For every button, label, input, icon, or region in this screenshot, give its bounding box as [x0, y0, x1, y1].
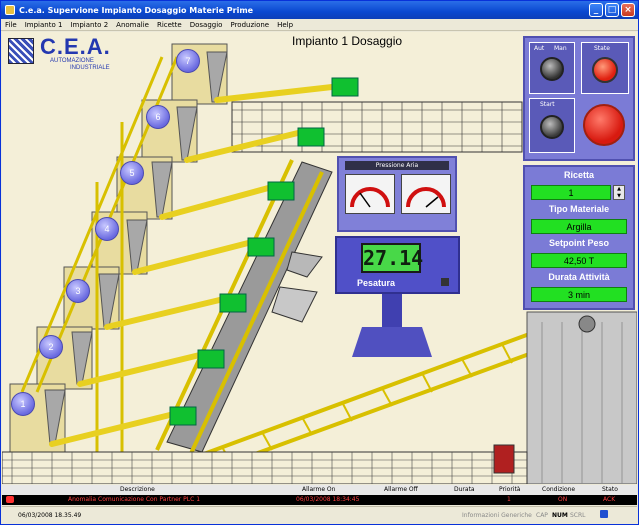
logo-brand: C.E.A.	[40, 34, 111, 59]
alarm-on-time: 06/03/2008 18:34:45	[296, 496, 360, 503]
window-title: C.e.a. Supervione Impianto Dosaggio Mate…	[19, 5, 254, 15]
tipo-materiale-value: Argilla	[531, 219, 627, 234]
pressure-title: Pressione Aria	[345, 161, 449, 170]
status-info: Informazioni Generiche	[462, 512, 532, 519]
maximize-button[interactable]: □	[605, 3, 619, 17]
scale-indicator	[441, 278, 449, 286]
application-window: C.e.a. Supervione Impianto Dosaggio Mate…	[0, 0, 639, 525]
menu-bar: File Impianto 1 Impianto 2 Anomalie Rice…	[1, 19, 638, 31]
alarm-description: Anomalia Comunicazione Con Partner PLC 1	[68, 496, 201, 503]
plant-scene: C.E.A. AUTOMAZIONE INDUSTRIALE Impianto …	[2, 32, 637, 484]
silo-6-badge[interactable]: 6	[146, 105, 170, 129]
status-num: NUM	[552, 512, 568, 519]
menu-anomalie[interactable]: Anomalie	[112, 21, 153, 29]
alarm-row[interactable]: Anomalia Comunicazione Con Partner PLC 1…	[2, 495, 637, 505]
setpoint-label: Setpoint Peso	[548, 238, 609, 248]
logo-sub1: AUTOMAZIONE	[50, 58, 94, 64]
main-belt-truss	[221, 343, 513, 465]
material-chunk	[271, 286, 318, 323]
material-chunk	[286, 251, 323, 278]
menu-help[interactable]: Help	[273, 21, 297, 29]
ricetta-label: Ricetta	[563, 170, 594, 180]
state-lamp	[592, 57, 618, 83]
silo-4-badge[interactable]: 4	[95, 217, 119, 241]
title-bar[interactable]: C.e.a. Supervione Impianto Dosaggio Mate…	[1, 1, 638, 19]
emergency-stop-button[interactable]	[583, 104, 625, 146]
silo-1-badge[interactable]: 1	[11, 392, 35, 416]
control-panel: Aut Man State Start	[523, 36, 635, 161]
minimize-button[interactable]: _	[589, 3, 603, 17]
weight-display: 27.14	[361, 243, 423, 273]
fence-back	[231, 101, 523, 153]
col-durata: Durata	[454, 486, 475, 493]
menu-dosaggio[interactable]: Dosaggio	[186, 21, 227, 29]
status-icon	[600, 510, 608, 518]
alarm-bell-icon	[6, 496, 14, 503]
menu-produzione[interactable]: Produzione	[226, 21, 273, 29]
status-datetime: 06/03/2008 18.35.49	[18, 512, 82, 519]
col-descrizione: Descrizione	[120, 486, 155, 493]
logo-sub2: INDUSTRIALE	[70, 65, 110, 71]
silo-5-badge[interactable]: 5	[120, 161, 144, 185]
scale-base	[352, 327, 432, 357]
menu-impianto-1[interactable]: Impianto 1	[21, 21, 67, 29]
silo-3-badge[interactable]: 3	[66, 279, 90, 303]
man-label: Man	[554, 45, 567, 52]
menu-file[interactable]: File	[1, 21, 21, 29]
recipe-panel: Ricetta 1 ▲ ▼ Tipo Materiale Argilla Setp…	[523, 165, 635, 310]
extinguisher-box	[493, 444, 515, 474]
state-box: State	[581, 42, 629, 94]
silo-2-badge[interactable]: 2	[39, 335, 63, 359]
status-caps: CAP	[536, 512, 548, 519]
status-bar: 06/03/2008 18.35.49 Informazioni Generic…	[2, 506, 637, 524]
col-allarme-on: Allarme On	[302, 486, 336, 493]
durata-value: 3 min	[531, 287, 627, 302]
alarm-table-header: Descrizione Allarme On Allarme Off Durat…	[2, 485, 637, 495]
status-scrl: SCRL	[570, 512, 586, 519]
app-icon	[5, 5, 15, 15]
tipo-materiale-label: Tipo Materiale	[548, 204, 610, 214]
col-allarme-off: Allarme Off	[384, 486, 418, 493]
pressure-gauge-2	[401, 174, 451, 214]
state-label: State	[594, 45, 610, 52]
durata-label: Durata Attività	[548, 272, 610, 282]
ricetta-spinner[interactable]: ▲ ▼	[613, 185, 625, 200]
alarm-condition: ON	[558, 496, 568, 503]
close-button[interactable]: ×	[621, 3, 635, 17]
start-box: Start	[529, 98, 575, 153]
col-priorita: Priorità	[499, 486, 521, 493]
pressure-gauge-1	[345, 174, 395, 214]
page-title: Impianto 1 Dosaggio	[292, 34, 403, 48]
silo-7-badge[interactable]: 7	[176, 49, 200, 73]
start-button[interactable]	[540, 115, 564, 139]
company-logo: C.E.A. AUTOMAZIONE INDUSTRIALE	[8, 34, 138, 72]
start-label: Start	[540, 101, 555, 108]
silo-gear	[578, 315, 596, 333]
col-condizione: Condizione	[542, 486, 576, 493]
menu-ricette[interactable]: Ricette	[153, 21, 186, 29]
aut-label: Aut	[534, 45, 545, 52]
setpoint-value: 42,50 T	[531, 253, 627, 268]
pesatura-label: Pesatura	[357, 278, 396, 288]
ricetta-value[interactable]: 1	[531, 185, 611, 200]
weighing-scale: 27.14 Pesatura	[335, 236, 460, 294]
menu-impianto-2[interactable]: Impianto 2	[66, 21, 112, 29]
air-pressure-panel: Pressione Aria	[337, 156, 457, 232]
col-stato: Stato	[602, 486, 618, 493]
mode-selector-knob[interactable]	[540, 57, 564, 81]
alarm-state: ACK	[603, 496, 616, 503]
mode-box: Aut Man	[529, 42, 575, 94]
alarm-priority: 1	[507, 496, 511, 503]
